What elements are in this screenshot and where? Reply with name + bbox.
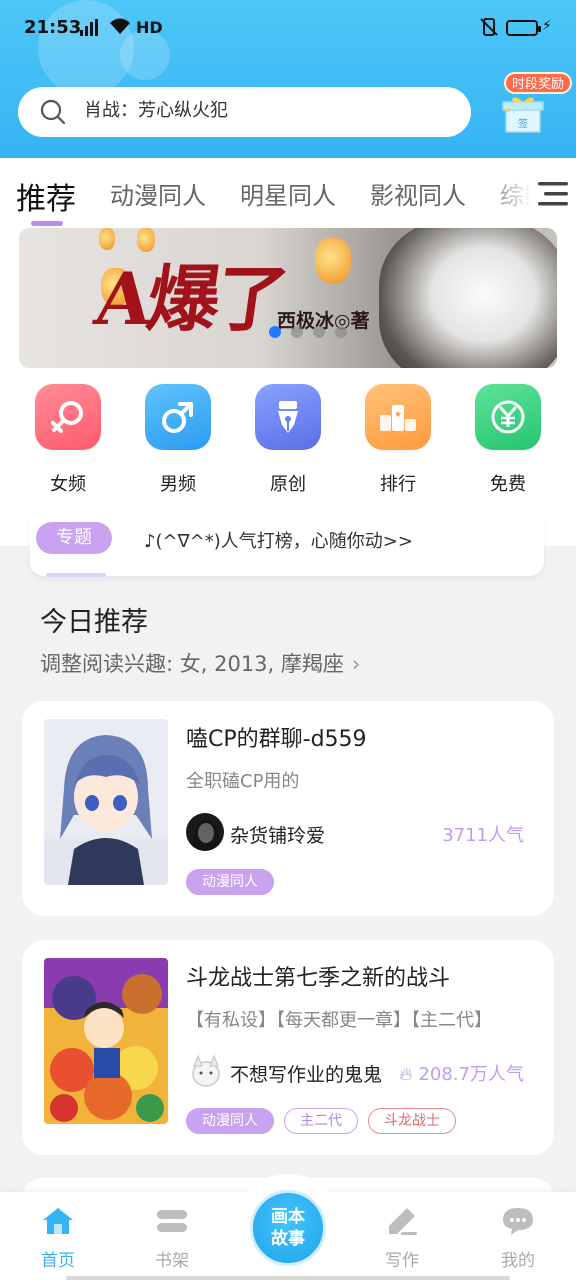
center-line-2: 故事: [271, 1229, 305, 1249]
search-bar[interactable]: 肖战：芳心纵火犯: [18, 87, 471, 137]
tab-celebrity-fanfic[interactable]: 明星同人: [240, 176, 336, 211]
picture-story-button[interactable]: 画本 故事: [250, 1190, 326, 1266]
book-card[interactable]: 嗑CP的群聊-d559 全职磕CP用的 杂货铺玲爱 3711人气 动漫同人: [22, 701, 554, 916]
gift-box-icon: 签: [502, 96, 544, 134]
status-bar: 21:53 HD ⚡: [0, 0, 576, 58]
wifi-icon: [108, 16, 132, 40]
author-avatar: [186, 813, 224, 851]
banner-dot[interactable]: [335, 326, 347, 338]
book-tag[interactable]: 动漫同人: [186, 869, 274, 895]
interest-settings-link[interactable]: 调整阅读兴趣: 女, 2013, 摩羯座 ›: [40, 648, 360, 678]
signal-icon: [80, 19, 98, 36]
male-symbol-icon: [145, 384, 211, 450]
book-tag[interactable]: 主二代: [284, 1108, 358, 1134]
header: 21:53 HD ⚡ 肖战：芳心纵火犯 时段奖励 签: [0, 0, 576, 158]
battery-icon: [506, 20, 541, 36]
nav-bookshelf[interactable]: 书架: [132, 1206, 212, 1271]
charging-icon: ⚡: [542, 18, 552, 34]
bookshelf-icon: [157, 1210, 187, 1232]
nav-label: 我的: [501, 1251, 535, 1271]
chat-bubble-icon: [503, 1208, 533, 1235]
female-symbol-icon: [35, 384, 101, 450]
book-tag[interactable]: 动漫同人: [186, 1108, 274, 1134]
category-label: 女频: [50, 474, 86, 495]
bottom-nav: 首页 书架 画本 故事 写作 我的: [0, 1174, 576, 1280]
vibrate-off-icon: [478, 16, 500, 42]
home-icon: [43, 1208, 73, 1234]
book-tags: 动漫同人: [186, 869, 274, 895]
banner-dot[interactable]: [269, 326, 281, 338]
svg-text:★: ★: [394, 410, 402, 420]
category-male[interactable]: 男频: [123, 384, 233, 496]
category-tabs: 推荐 动漫同人 明星同人 影视同人 综影: [0, 158, 576, 228]
nav-label: 首页: [41, 1251, 75, 1271]
banner-pagination: [269, 326, 347, 338]
category-shortcuts: 女频 男频 原创 ★ 排行 免费: [0, 384, 576, 496]
topic-text: ♪(^∇^*)人气打榜，心随你动>>: [144, 531, 413, 552]
popularity-count: 3711人气: [442, 825, 524, 846]
tab-recommend[interactable]: 推荐: [16, 174, 76, 218]
book-tags: 动漫同人 主二代 斗龙战士: [186, 1108, 456, 1134]
time-reward-button[interactable]: 时段奖励 签: [494, 72, 573, 136]
author-name: 杂货铺玲爱: [230, 825, 326, 847]
topic-strip[interactable]: 专题 ♪(^∇^*)人气打榜，心随你动>>: [30, 518, 544, 577]
yuan-icon: [475, 384, 541, 450]
chevron-right-icon: ›: [351, 652, 361, 676]
tab-film-fanfic[interactable]: 影视同人: [370, 176, 466, 211]
nav-label: 写作: [385, 1251, 419, 1271]
book-title: 嗑CP的群聊-d559: [186, 727, 367, 752]
search-placeholder: 肖战：芳心纵火犯: [84, 100, 228, 121]
book-tag[interactable]: 斗龙战士: [368, 1108, 456, 1134]
book-card[interactable]: 斗龙战士第七季之新的战斗 【有私设】【每天都更一章】【主二代】 不想写作业的鬼鬼…: [22, 940, 554, 1155]
section-title: 今日推荐: [40, 607, 148, 638]
flame-icon: 🔥︎: [399, 1064, 413, 1085]
book-description: 【有私设】【每天都更一章】【主二代】: [186, 1010, 492, 1031]
banner-dot[interactable]: [291, 326, 303, 338]
section-subtitle: 调整阅读兴趣: 女, 2013, 摩羯座: [40, 652, 344, 676]
podium-icon: ★: [365, 384, 431, 450]
category-original[interactable]: 原创: [233, 384, 343, 496]
category-label: 原创: [270, 474, 306, 495]
hd-label: HD: [136, 18, 163, 37]
nav-home[interactable]: 首页: [18, 1206, 98, 1271]
author-avatar: [186, 1052, 224, 1090]
search-icon: [40, 99, 66, 129]
reward-label: 时段奖励: [504, 72, 573, 94]
pencil-icon: [389, 1208, 417, 1235]
main-content: 推荐 动漫同人 明星同人 影视同人 综影 A爆了 西极冰◎著 女频: [0, 158, 576, 546]
book-title: 斗龙战士第七季之新的战斗: [186, 966, 451, 991]
category-label: 男频: [160, 474, 196, 495]
tab-menu-icon[interactable]: [538, 180, 568, 212]
banner-title: A爆了: [90, 256, 291, 341]
nav-write[interactable]: 写作: [362, 1206, 442, 1271]
svg-text:签: 签: [518, 117, 528, 130]
status-time: 21:53: [24, 17, 82, 38]
category-label: 排行: [380, 474, 416, 495]
nav-mine[interactable]: 我的: [478, 1206, 558, 1271]
popularity-count: 🔥︎ 208.7万人气: [399, 1064, 524, 1085]
category-female[interactable]: 女频: [13, 384, 123, 496]
fountain-pen-icon: [255, 384, 321, 450]
nav-label: 书架: [155, 1251, 189, 1271]
book-cover: [44, 958, 168, 1124]
home-indicator: [66, 1276, 510, 1280]
banner-dot[interactable]: [313, 326, 325, 338]
author-name: 不想写作业的鬼鬼: [230, 1064, 383, 1086]
promo-banner[interactable]: A爆了 西极冰◎著: [19, 228, 557, 368]
tab-anime-fanfic[interactable]: 动漫同人: [110, 176, 206, 211]
book-cover: [44, 719, 168, 885]
tab-indicator: [31, 221, 63, 226]
book-description: 全职磕CP用的: [186, 771, 300, 792]
topic-pill: 专题: [36, 522, 112, 554]
banner-character-art: [379, 228, 557, 368]
category-free[interactable]: 免费: [453, 384, 563, 496]
category-ranking[interactable]: ★ 排行: [343, 384, 453, 496]
center-line-1: 画本: [271, 1207, 305, 1227]
category-label: 免费: [490, 474, 526, 495]
